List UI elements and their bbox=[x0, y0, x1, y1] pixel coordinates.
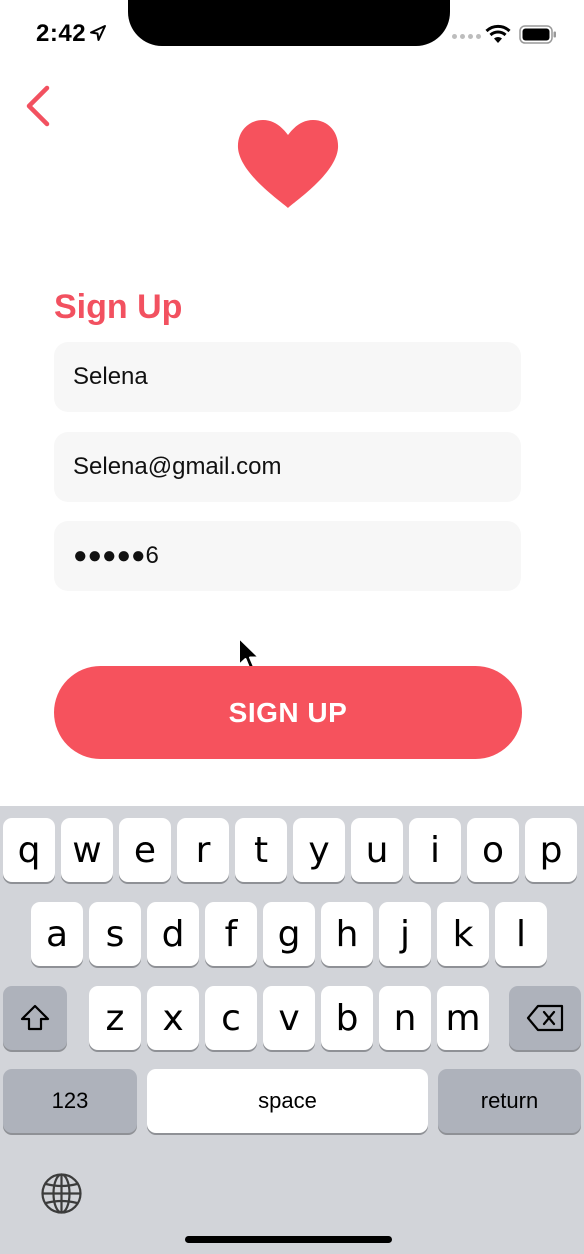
password-field-value: ●●●●●6 bbox=[73, 542, 159, 569]
status-time: 2:42 bbox=[36, 20, 87, 47]
name-field[interactable]: Selena bbox=[54, 342, 521, 412]
key-q[interactable]: q bbox=[3, 818, 55, 882]
key-b[interactable]: b bbox=[321, 986, 373, 1050]
key-o[interactable]: o bbox=[467, 818, 519, 882]
space-key[interactable]: space bbox=[147, 1069, 428, 1133]
wifi-icon bbox=[485, 24, 511, 43]
battery-icon bbox=[519, 25, 556, 44]
key-x[interactable]: x bbox=[147, 986, 199, 1050]
name-field-value: Selena bbox=[73, 363, 148, 390]
key-h[interactable]: h bbox=[321, 902, 373, 966]
key-s[interactable]: s bbox=[89, 902, 141, 966]
globe-icon[interactable] bbox=[40, 1172, 83, 1215]
key-d[interactable]: d bbox=[147, 902, 199, 966]
signal-icon bbox=[452, 34, 481, 39]
chevron-left-icon[interactable] bbox=[22, 84, 58, 128]
key-e[interactable]: e bbox=[119, 818, 171, 882]
email-field[interactable]: Selena@gmail.com bbox=[54, 432, 521, 502]
location-arrow-icon bbox=[90, 25, 106, 41]
password-field[interactable]: ●●●●●6 bbox=[54, 521, 521, 591]
page-title: Sign Up bbox=[54, 288, 183, 326]
return-key[interactable]: return bbox=[438, 1069, 581, 1133]
signup-button-label: SIGN UP bbox=[228, 696, 348, 728]
key-w[interactable]: w bbox=[61, 818, 113, 882]
key-y[interactable]: y bbox=[293, 818, 345, 882]
key-n[interactable]: n bbox=[379, 986, 431, 1050]
key-a[interactable]: a bbox=[31, 902, 83, 966]
email-field-value: Selena@gmail.com bbox=[73, 453, 282, 480]
heart-icon bbox=[237, 120, 339, 208]
status-bar: 2:42 bbox=[0, 0, 584, 70]
key-v[interactable]: v bbox=[263, 986, 315, 1050]
key-f[interactable]: f bbox=[205, 902, 257, 966]
key-t[interactable]: t bbox=[235, 818, 287, 882]
key-m[interactable]: m bbox=[437, 986, 489, 1050]
home-indicator bbox=[185, 1236, 392, 1243]
key-g[interactable]: g bbox=[263, 902, 315, 966]
key-z[interactable]: z bbox=[89, 986, 141, 1050]
delete-key[interactable] bbox=[509, 986, 581, 1050]
backspace-icon bbox=[526, 1004, 564, 1032]
shift-key[interactable] bbox=[3, 986, 67, 1050]
notch bbox=[128, 0, 450, 46]
key-i[interactable]: i bbox=[409, 818, 461, 882]
numbers-key[interactable]: 123 bbox=[3, 1069, 137, 1133]
key-p[interactable]: p bbox=[525, 818, 577, 882]
signup-button[interactable]: SIGN UP bbox=[54, 666, 522, 759]
key-l[interactable]: l bbox=[495, 902, 547, 966]
key-r[interactable]: r bbox=[177, 818, 229, 882]
key-u[interactable]: u bbox=[351, 818, 403, 882]
key-k[interactable]: k bbox=[437, 902, 489, 966]
key-c[interactable]: c bbox=[205, 986, 257, 1050]
shift-icon bbox=[20, 1004, 50, 1031]
key-j[interactable]: j bbox=[379, 902, 431, 966]
